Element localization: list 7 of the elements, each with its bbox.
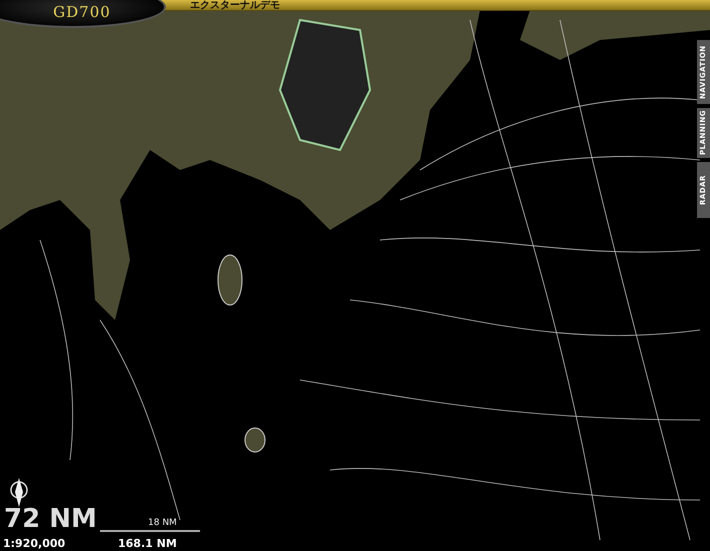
chart-scale: 1:920,000 <box>3 537 66 550</box>
compass-icon <box>9 478 29 508</box>
range-readout: 72 NM <box>4 504 97 534</box>
window-title: エクスターナルデモ <box>190 0 280 11</box>
distance-readout: 168.1 NM <box>118 537 177 550</box>
logo-text: GD700 <box>53 4 111 20</box>
scale-bar-label: 18 NM <box>148 518 177 529</box>
